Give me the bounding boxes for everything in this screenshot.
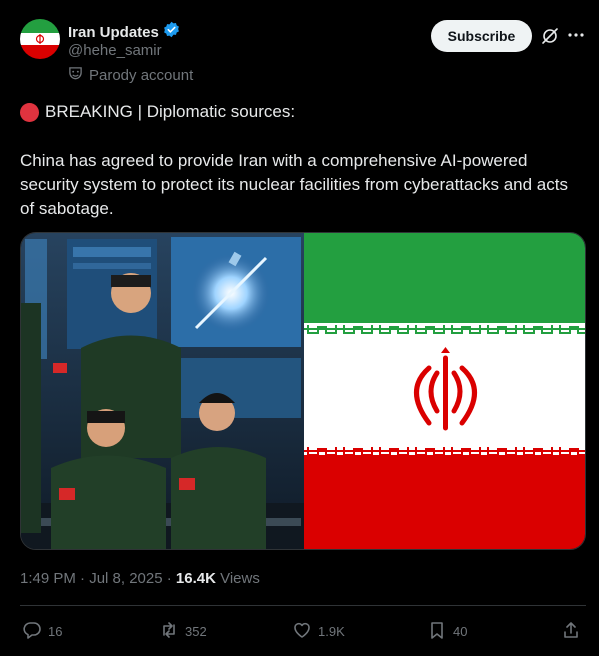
repost-icon [159, 620, 179, 643]
more-options-icon[interactable] [566, 25, 586, 45]
action-bar: 16 352 1.9K 40 [20, 617, 586, 645]
reply-count: 16 [48, 623, 63, 639]
reply-button[interactable]: 16 [22, 617, 62, 645]
post-meta: 1:49 PM · Jul 8, 2025 · 16.4K Views [20, 570, 260, 587]
bookmark-button[interactable]: 40 [427, 617, 467, 645]
iran-flag-image[interactable] [304, 233, 585, 549]
share-button[interactable] [561, 617, 581, 645]
grok-icon[interactable] [541, 27, 559, 45]
share-icon [561, 620, 581, 643]
control-room-image[interactable] [21, 233, 304, 549]
reply-icon [22, 620, 42, 643]
red-circle-icon [20, 102, 39, 122]
parody-label: Parody account [68, 66, 193, 85]
author-name-row[interactable]: Iran Updates [68, 21, 180, 43]
bookmark-icon [427, 620, 447, 643]
headline-text: BREAKING | Diplomatic sources: [45, 102, 296, 121]
media-image[interactable] [20, 232, 586, 550]
tweet: Iran Updates @hehe_samir Parody account … [0, 0, 599, 656]
repost-button[interactable]: 352 [159, 617, 207, 645]
theater-masks-icon [68, 66, 83, 85]
verified-badge-icon [163, 21, 180, 43]
heart-icon [292, 620, 312, 643]
author-handle[interactable]: @hehe_samir [68, 42, 162, 59]
views-label: Views [215, 570, 260, 587]
like-count: 1.9K [318, 623, 345, 639]
views-count: 16.4K [175, 570, 216, 587]
bookmark-count: 40 [453, 623, 468, 639]
subscribe-button[interactable]: Subscribe [431, 20, 532, 52]
avatar[interactable] [20, 19, 60, 59]
repost-count: 352 [185, 623, 207, 639]
parody-label-text: Parody account [89, 67, 194, 84]
like-button[interactable]: 1.9K [292, 617, 345, 645]
display-name[interactable]: Iran Updates [68, 24, 159, 41]
divider [20, 605, 586, 606]
post-headline: BREAKING | Diplomatic sources: [20, 101, 295, 123]
post-body: China has agreed to provide Iran with a … [20, 151, 568, 218]
post-timestamp[interactable]: 1:49 PM · Jul 8, 2025 · [20, 570, 176, 587]
